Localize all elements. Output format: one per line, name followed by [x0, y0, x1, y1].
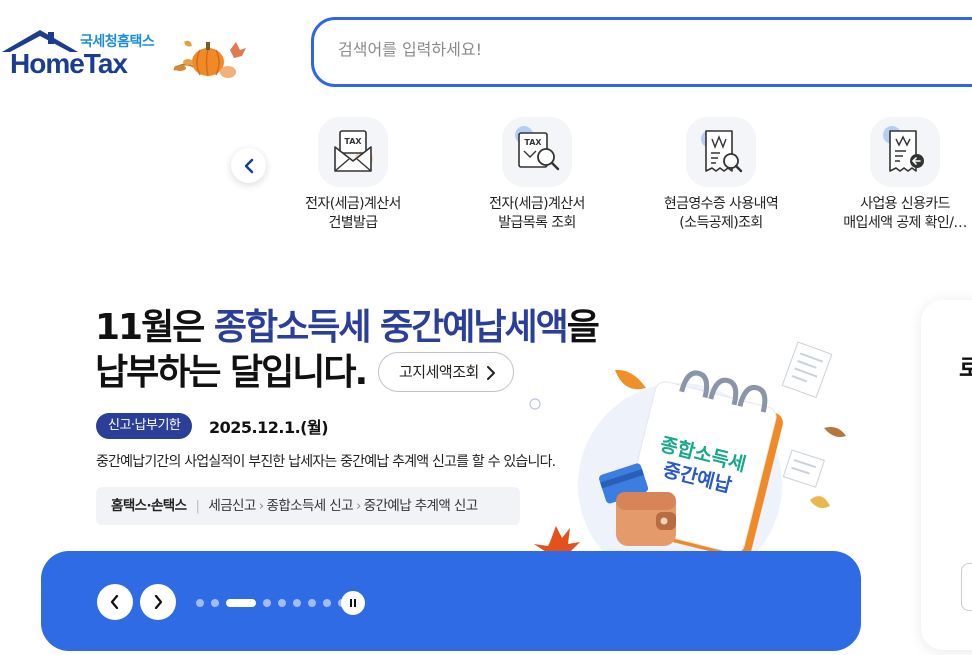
quick-menu-item-cash-receipt[interactable]: 현금영수증 사용내역 (소득공제)조회: [641, 117, 801, 233]
banner-prev-button[interactable]: [97, 584, 133, 620]
side-panel-button[interactable]: [961, 563, 972, 611]
slide-dot[interactable]: [278, 599, 286, 607]
path-home: 홈택스·손택스: [111, 498, 187, 514]
slide-dot[interactable]: [226, 599, 256, 607]
banner-pause-button[interactable]: [341, 591, 365, 615]
slide-dot[interactable]: [323, 599, 331, 607]
quick-menu-item-invoice-issue[interactable]: TAX 전자(세금)계산서 건별발급: [273, 117, 433, 233]
path-divider: |: [195, 498, 200, 514]
slide-indicators: [196, 599, 346, 607]
banner-description: 중간예납기간의 사업실적이 부진한 납세자는 중간예납 추계액 신고를 할 수 …: [96, 454, 556, 470]
banner-next-button[interactable]: [140, 584, 176, 620]
side-panel-heading: 로: [959, 354, 972, 382]
deadline-badge: 신고·납부기한: [96, 413, 193, 439]
search-input[interactable]: [338, 40, 838, 59]
quick-menu-item-business-card[interactable]: 사업용 신용카드 매입세액 공제 확인/…: [825, 117, 972, 233]
quick-menu-label: 사업용 신용카드 매입세액 공제 확인/…: [843, 196, 967, 231]
slide-dot[interactable]: [308, 599, 316, 607]
pause-icon: [350, 599, 356, 607]
slide-dot[interactable]: [263, 599, 271, 607]
tax-invoice-search-icon: TAX: [502, 117, 572, 187]
svg-text:TAX: TAX: [344, 137, 362, 146]
deadline-date: 2025.12.1.(월): [209, 418, 329, 437]
path-arrow-icon: ›: [355, 498, 361, 514]
tax-invoice-envelope-icon: TAX: [318, 117, 388, 187]
chevron-left-icon: [110, 595, 119, 609]
quick-menu-label: 전자(세금)계산서 건별발급: [305, 196, 401, 231]
slide-dot[interactable]: [196, 599, 204, 607]
lookup-button-label: 고지세액조회: [399, 363, 479, 381]
quick-menu-prev-button[interactable]: [231, 148, 266, 183]
hometax-logo[interactable]: 국세청홈택스 HomeTax: [0, 24, 250, 84]
quick-menu-item-invoice-list[interactable]: TAX 전자(세금)계산서 발급목록 조회: [457, 117, 617, 233]
path-crumb: 중간예납 추계액 신고: [363, 498, 478, 514]
chevron-right-icon: [486, 366, 495, 380]
path-crumb: 세금신고: [208, 498, 256, 514]
search-bar[interactable]: [311, 17, 972, 87]
pumpkin-icon: [173, 40, 246, 78]
cash-receipt-search-icon: [686, 117, 756, 187]
slide-dot[interactable]: [211, 599, 219, 607]
quick-menu-label: 현금영수증 사용내역 (소득공제)조회: [663, 196, 779, 231]
chevron-right-icon: [154, 595, 163, 609]
path-arrow-icon: ›: [258, 498, 264, 514]
quick-menu-label: 전자(세금)계산서 발급목록 조회: [489, 196, 585, 231]
chevron-left-icon: [244, 158, 253, 173]
logo-title: HomeTax: [10, 48, 128, 79]
slide-dot[interactable]: [293, 599, 301, 607]
path-crumb: 종합소득세 신고: [266, 498, 354, 514]
svg-text:TAX: TAX: [524, 138, 542, 147]
menu-path[interactable]: 홈택스·손택스 | 세금신고 › 종합소득세 신고 › 중간예납 추계액 신고: [96, 487, 520, 525]
tax-notice-lookup-button[interactable]: 고지세액조회: [378, 352, 514, 392]
business-card-receipt-icon: [870, 117, 940, 187]
login-side-panel: 로: [921, 300, 972, 650]
